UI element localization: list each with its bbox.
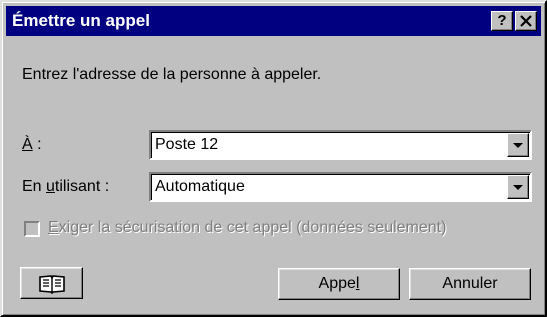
to-dropdown-button[interactable] [507, 133, 529, 157]
call-button[interactable]: Appel [278, 268, 400, 300]
close-icon [520, 15, 532, 27]
using-label-mnemonic: u [46, 178, 55, 195]
to-label-mnemonic: À [22, 136, 33, 153]
cancel-button[interactable]: Annuler [409, 268, 531, 300]
help-button[interactable]: ? [491, 11, 513, 31]
using-label-pre: En [22, 178, 47, 195]
secure-call-checkbox[interactable] [24, 221, 40, 237]
using-label: En utilisant : [22, 178, 109, 196]
call-label-mnemonic: l [355, 275, 360, 292]
title-bar[interactable]: Émettre un appel ? [6, 6, 541, 36]
using-label-post: tilisant : [54, 178, 110, 195]
secure-call-label[interactable]: Exiger la sécurisation de cet appel (don… [48, 219, 446, 237]
window-title: Émettre un appel [12, 11, 150, 30]
to-value: Poste 12 [155, 136, 219, 153]
to-combobox[interactable]: Poste 12 [149, 130, 532, 160]
to-label-rest: : [32, 136, 42, 153]
address-book-button[interactable] [20, 267, 83, 299]
close-button[interactable] [515, 11, 537, 31]
address-book-icon [38, 275, 65, 295]
secure-call-mnemonic: E [48, 219, 59, 236]
place-call-dialog: Émettre un appel ? Entrez l'adresse de l… [0, 0, 547, 317]
call-label-pre: Appe [318, 275, 356, 292]
using-combobox[interactable]: Automatique [149, 172, 532, 202]
using-value: Automatique [155, 178, 245, 195]
to-label: À : [22, 136, 42, 154]
instruction-text: Entrez l'adresse de la personne à appele… [22, 66, 322, 83]
secure-call-label-rest: xiger la sécurisation de cet appel (donn… [58, 219, 447, 236]
using-dropdown-button[interactable] [507, 175, 529, 199]
